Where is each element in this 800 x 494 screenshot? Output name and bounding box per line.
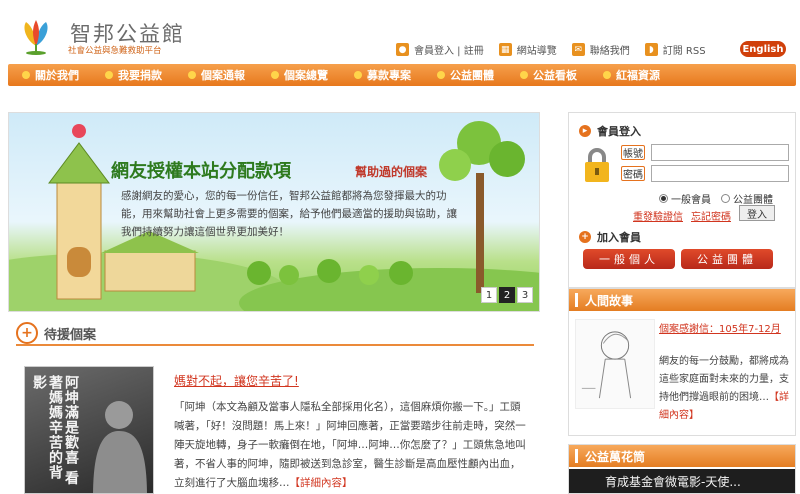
story-title-link[interactable]: 個案感謝信：105年7-12月 [659,323,789,337]
video-caption: 育成基金會微電影-天使... [605,475,741,489]
stories-header: 人間故事 [569,289,795,311]
nav-label: 紅福資源 [616,69,660,82]
nav-label: 個案總覽 [284,69,328,82]
login-header: ▸ 會員登入 [579,123,641,139]
nav-bullet-icon [188,71,196,79]
case-image-calligraphy: 阿坤滿是歡喜 看著媽媽辛苦的背影 [31,375,79,486]
join-general-button[interactable]: 一般個人 [583,249,675,269]
password-input[interactable] [651,165,789,182]
lock-icon [585,148,609,182]
nav-bullet-icon [271,71,279,79]
case-title-link[interactable]: 媽對不起，讓您辛苦了! [174,372,299,389]
english-button[interactable]: English [740,41,786,57]
member-type-radio: 一般會員 公益團體 [659,191,773,206]
nav-bullet-icon [105,71,113,79]
banner-pager: 1 2 3 [479,287,533,303]
login-title: 會員登入 [597,125,641,138]
forgot-password-link[interactable]: 忘記密碼 [691,208,731,223]
password-label: 密碼 [621,166,645,181]
user-icon: ● [396,43,409,56]
nav-item-board[interactable]: 公益看板 [506,64,589,86]
stories-title: 人間故事 [585,294,634,308]
story-drawing-image[interactable] [575,319,655,409]
case-image[interactable]: 阿坤滿是歡喜 看著媽媽辛苦的背影 [24,366,154,494]
nav-item-donate[interactable]: 我要捐款 [91,64,174,86]
nav-item-resources[interactable]: 紅福資源 [589,64,672,86]
join-header: + 加入會員 [579,229,641,245]
banner-page-3[interactable]: 3 [517,287,533,303]
case-more-link[interactable]: 【詳細內容】 [290,477,353,489]
nav-bullet-icon [437,71,445,79]
banner-title: 網友授權本站分配款項 [111,161,291,182]
banner-page-2[interactable]: 2 [499,287,515,303]
rss-icon: ◗ [644,43,658,56]
account-label: 帳號 [621,145,645,160]
nav-item-overview[interactable]: 個案總覽 [257,64,340,86]
nav-item-fundraising[interactable]: 募款專案 [340,64,423,86]
sitemap-icon: ▦ [498,43,512,56]
main-nav: 關於我們 我要捐款 個案通報 個案總覽 募款專案 公益團體 公益看板 紅福資源 [8,64,796,86]
nav-bullet-icon [520,71,528,79]
album-header: 公益萬花筒 [569,445,795,467]
nav-label: 個案通報 [201,69,245,82]
nav-bullet-icon [354,71,362,79]
radio-general-label: 一般會員 [671,195,711,206]
mail-icon: ✉ [571,43,585,56]
story-text: 網友的每一分鼓勵，都將成為這些家庭面對未來的力量，支持他們撐過眼前的困境…【詳細… [659,353,791,425]
banner-text: 感謝網友的愛心，您的每一份信任，智邦公益館都將為您發揮最大的功能，用來幫助社會上… [121,190,457,238]
stories-panel: 人間故事 個案感謝信：105年7-12月 網友的每一分鼓勵，都將成為這些家庭面對… [568,288,796,436]
nav-label: 我要捐款 [118,69,162,82]
toplink-login[interactable]: ● 會員登入 | 註冊 [396,42,484,57]
login-panel: ▸ 會員登入 帳號 密碼 一般會員 公益團體 重發驗證信 忘記密碼 登入 + 加… [568,112,796,288]
join-group-button[interactable]: 公益團體 [681,249,773,269]
radio-general[interactable] [659,194,668,203]
toplink-login-label: 會員登入 | 註冊 [414,46,484,57]
case-description: 「阿坤（本文為顧及當事人隱私全部採用化名），這個麻煩你搬一下。」工頭喊著，「好！… [174,401,526,489]
login-button[interactable]: 登入 [739,205,775,221]
toplink-rss-label: 訂閱 RSS [662,46,706,57]
top-links: ● 會員登入 | 註冊 ▦ 網站導覽 ✉ 聯絡我們 ◗ 訂閱 RSS [396,42,721,57]
banner-page-1[interactable]: 1 [481,287,497,303]
radio-group-label: 公益團體 [733,195,773,206]
circle-arrow-icon: ▸ [579,125,591,137]
nav-bullet-icon [22,71,30,79]
toplink-contact-label: 聯絡我們 [589,46,630,57]
toplink-contact[interactable]: ✉ 聯絡我們 [571,42,630,57]
toplink-rss[interactable]: ◗ 訂閱 RSS [644,42,706,57]
site-logo-icon[interactable] [16,16,56,56]
case-text: 「阿坤（本文為顧及當事人隱私全部採用化名），這個麻煩你搬一下。」工頭喊著，「好！… [174,398,526,493]
heart-plus-icon: + [16,322,38,344]
plus-circle-icon: + [579,231,591,243]
waiting-section-header: + 待援個案 [16,322,96,344]
banner-carousel[interactable]: 網友授權本站分配款項 幫助過的個案 感謝網友的愛心，您的每一份信任，智邦公益館都… [8,112,540,312]
nav-item-report[interactable]: 個案通報 [174,64,257,86]
album-title: 公益萬花筒 [585,450,646,464]
bar-marker [575,449,578,463]
radio-group[interactable] [721,194,730,203]
person-silhouette-icon [93,401,147,493]
resend-verification-link[interactable]: 重發驗證信 [633,208,683,223]
nav-bullet-icon [603,71,611,79]
banner-subtitle: 幫助過的個案 [355,165,428,179]
site-slogan: 社會公益與急難救助平台 [68,46,162,56]
nav-label: 關於我們 [35,69,79,82]
nav-label: 公益看板 [533,69,577,82]
toplink-sitemap[interactable]: ▦ 網站導覽 [498,42,557,57]
nav-item-groups[interactable]: 公益團體 [423,64,506,86]
nav-label: 募款專案 [367,69,411,82]
nav-item-about[interactable]: 關於我們 [8,64,91,86]
section-divider [16,344,534,346]
waiting-section-title: 待援個案 [44,327,97,343]
join-title: 加入會員 [597,231,641,244]
toplink-sitemap-label: 網站導覽 [516,46,557,57]
bar-marker [575,293,578,307]
album-panel: 公益萬花筒 育成基金會微電影-天使... [568,444,796,494]
nav-label: 公益團體 [450,69,494,82]
video-thumbnail[interactable]: 育成基金會微電影-天使... [569,469,795,493]
account-input[interactable] [651,144,789,161]
